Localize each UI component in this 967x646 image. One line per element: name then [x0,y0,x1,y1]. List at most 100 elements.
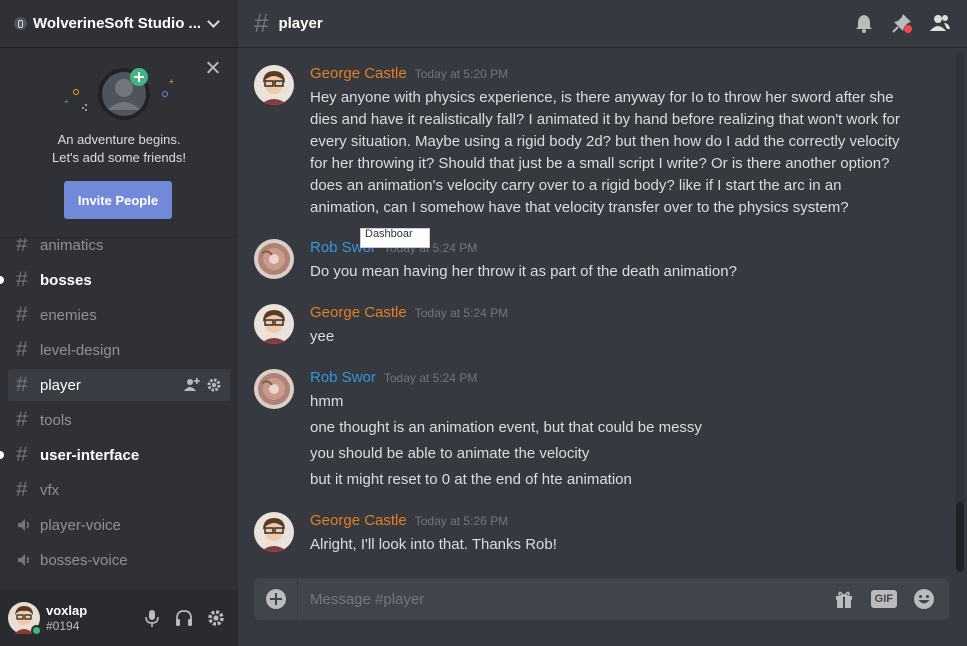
message-line: one thought is an animation event, but t… [310,419,702,436]
hash-icon: # [16,303,28,326]
channel-header: # player [238,0,967,48]
chevron-down-icon[interactable] [207,15,220,28]
channel-animatics[interactable]: # animatics [8,238,230,261]
user-panel: voxlap #0194 [0,590,238,646]
invite-people-button[interactable]: Invite People [64,181,172,219]
avatar[interactable] [254,512,294,552]
channel-level-design[interactable]: # level-design [8,334,230,366]
message-content: yee [310,326,910,352]
george-avatar-image [254,65,294,105]
message-input[interactable] [298,590,833,608]
upload-button[interactable] [254,578,298,620]
headphones-icon[interactable] [174,608,194,628]
channel-label: player-voice [40,516,121,534]
svg-text:+: + [169,77,174,86]
message-line: Do you mean having her throw it as part … [310,263,737,280]
create-invite-icon[interactable] [184,377,200,393]
channel-label: player [40,376,81,394]
invite-message: An adventure begins. Let's add some frie… [0,131,238,167]
message-timestamp: Today at 5:20 PM [414,67,509,81]
invite-line-2: Let's add some friends! [52,150,186,165]
username: voxlap [46,603,88,618]
message-line: Hey anyone with physics experience, is t… [310,89,900,216]
channel-vfx[interactable]: # vfx [8,474,230,506]
george-avatar-image [254,512,294,552]
message-content: Hey anyone with physics experience, is t… [310,87,910,223]
message-author[interactable]: George Castle [310,65,407,82]
hash-icon: # [16,338,28,361]
channel-title: player [278,15,323,32]
message-composer: GIF [254,578,949,620]
channel-label: user-interface [40,446,140,464]
unread-indicator [0,276,4,284]
message-line: Alright, I'll look into that. Thanks Rob… [310,536,557,553]
server-name: WolverineSoft Studio ... [33,15,202,32]
hash-icon: # [16,408,28,431]
channel-bosses[interactable]: # bosses [0,264,230,296]
invite-card: + + An adventure begins. Let's add some … [0,48,238,238]
friends-illustration-icon: + + [64,68,174,120]
channel-enemies[interactable]: # enemies [8,299,230,331]
message-timestamp: Today at 5:24 PM [383,371,478,385]
channel-label: enemies [40,306,97,324]
hash-icon: # [16,238,28,256]
channel-player-voice[interactable]: player-voice [8,509,230,541]
scrollbar-thumb[interactable] [956,502,964,572]
rob-avatar-image [254,369,294,409]
user-settings-gear-icon[interactable] [206,608,226,628]
channel-label: vfx [40,481,60,499]
message-line: you should be able to animate the veloci… [310,445,590,462]
notification-bell-icon[interactable] [853,12,875,34]
server-boost-icon [14,17,27,30]
message-author[interactable]: George Castle [310,512,407,529]
channel-tools[interactable]: # tools [8,404,230,436]
message-timestamp: Today at 5:26 PM [414,514,509,528]
gif-button[interactable]: GIF [870,590,897,608]
message-line: yee [310,328,335,345]
channel-label: tools [40,411,72,429]
gift-icon[interactable] [833,588,855,610]
server-header[interactable]: WolverineSoft Studio ... [0,0,238,48]
message-timestamp: Today at 5:24 PM [414,306,509,320]
message-list: George Castle Today at 5:20 PM Hey anyon… [238,49,953,572]
channel-sidebar: WolverineSoft Studio ... + + An adventur… [0,0,238,646]
message-content: hmm one thought is an animation event, b… [310,391,910,495]
message-line: but it might reset to 0 at the end of ht… [310,471,632,488]
speaker-icon [16,517,40,533]
message-line: hmm [310,393,344,410]
hash-icon: # [16,268,28,291]
microphone-icon[interactable] [142,608,162,628]
emoji-icon[interactable] [913,588,935,610]
avatar[interactable] [254,239,294,279]
pinned-messages-icon[interactable] [891,12,913,34]
invite-line-1: An adventure begins. [57,132,181,147]
channel-player[interactable]: # player [8,369,230,401]
avatar[interactable] [254,65,294,105]
channel-list: # animatics # bosses # enemies # level-d… [0,238,238,590]
close-icon[interactable] [206,60,220,74]
add-plus-icon [265,589,286,609]
channel-user-interface[interactable]: # user-interface [0,439,230,471]
message-scrollbar[interactable] [956,52,964,572]
hash-icon: # [16,373,28,396]
message-content: Alright, I'll look into that. Thanks Rob… [310,534,910,560]
gear-icon[interactable] [206,377,222,393]
avatar[interactable] [8,602,42,636]
hover-tooltip: Dashboar [360,228,430,248]
svg-text:+: + [64,97,69,106]
channel-label: animatics [40,238,104,254]
online-status-dot [31,625,42,636]
channel-label: level-design [40,341,121,359]
channel-bosses-voice[interactable]: bosses-voice [8,544,230,576]
avatar[interactable] [254,304,294,344]
rob-avatar-image [254,239,294,279]
message-author[interactable]: Rob Swor [310,369,376,386]
message-author[interactable]: George Castle [310,304,407,321]
hash-icon: # [16,443,28,466]
avatar[interactable] [254,369,294,409]
member-list-icon[interactable] [929,12,951,34]
channel-label: bosses-voice [40,551,128,569]
hash-icon: # [16,478,28,501]
hash-icon: # [254,8,269,38]
george-avatar-image [254,304,294,344]
